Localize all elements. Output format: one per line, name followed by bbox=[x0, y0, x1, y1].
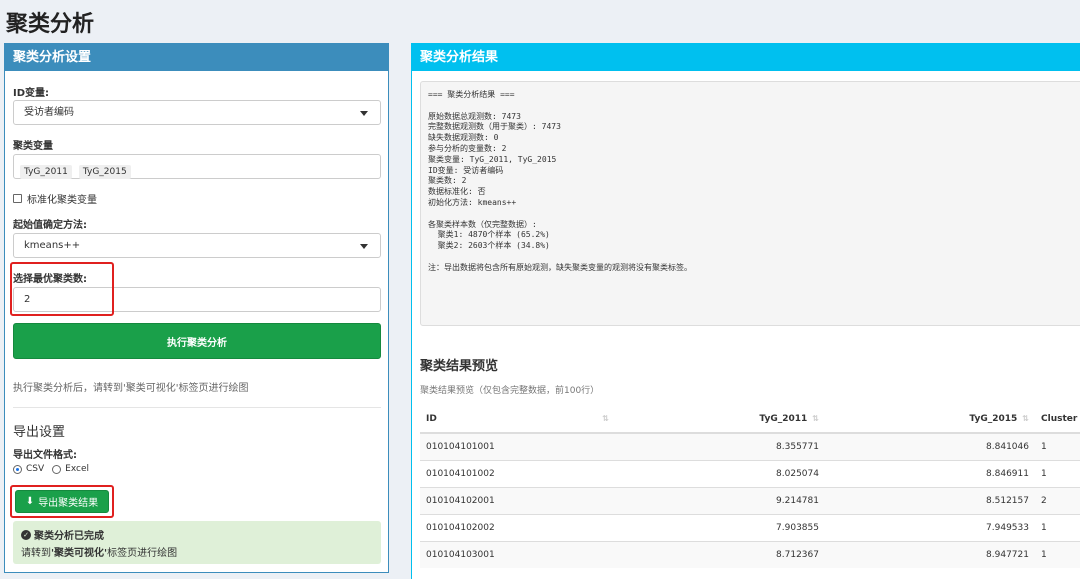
cell-cluster: 1 bbox=[1035, 513, 1080, 541]
id-var-select[interactable]: 受访者编码 bbox=[13, 100, 381, 125]
done-msg-suffix: 标签页进行绘图 bbox=[107, 548, 178, 559]
done-title: 聚类分析已完成 bbox=[34, 531, 104, 542]
cell-tyg2011: 8.712367 bbox=[615, 540, 825, 568]
sort-icon[interactable]: ⇅ bbox=[1022, 414, 1029, 423]
col-header-id[interactable]: ID ⇅ bbox=[420, 406, 615, 434]
init-method-value: kmeans++ bbox=[24, 240, 81, 251]
cell-tyg2015: 8.841046 bbox=[825, 432, 1035, 460]
cell-id: 010104102002 bbox=[420, 513, 615, 541]
settings-panel-header: 聚类分析设置 bbox=[5, 44, 388, 71]
caret-down-icon bbox=[360, 111, 368, 116]
cell-tyg2011: 7.903855 bbox=[615, 513, 825, 541]
completion-notice: ✓ 聚类分析已完成 请转到'聚类可视化'标签页进行绘图 bbox=[13, 521, 381, 564]
radio-csv-label: CSV bbox=[26, 464, 45, 474]
divider bbox=[13, 407, 381, 408]
cell-tyg2015: 7.949533 bbox=[825, 513, 1035, 541]
init-method-label: 起始值确定方法: bbox=[13, 220, 87, 231]
cell-tyg2011: 8.025074 bbox=[615, 459, 825, 487]
run-cluster-button[interactable]: 执行聚类分析 bbox=[13, 323, 381, 359]
cluster-var-multiselect[interactable]: TyG_2011 TyG_2015 bbox=[13, 154, 381, 179]
radio-excel-label: Excel bbox=[65, 464, 89, 474]
radio-excel[interactable] bbox=[52, 464, 62, 474]
cell-cluster: 1 bbox=[1035, 459, 1080, 487]
standardize-checkbox[interactable] bbox=[13, 194, 22, 203]
caret-down-icon bbox=[360, 244, 368, 249]
cell-tyg2011: 9.214781 bbox=[615, 486, 825, 514]
cluster-var-label: 聚类变量 bbox=[13, 141, 53, 152]
cell-cluster: 1 bbox=[1035, 540, 1080, 568]
done-msg-prefix: 请转到 bbox=[21, 548, 51, 559]
cell-cluster: 1 bbox=[1035, 432, 1080, 460]
standardize-checkbox-row[interactable]: 标准化聚类变量 bbox=[13, 191, 97, 206]
col-header-tyg2015[interactable]: TyG_2015 ⇅ bbox=[825, 406, 1035, 434]
init-method-select[interactable]: kmeans++ bbox=[13, 233, 381, 258]
highlight-box-k bbox=[10, 262, 114, 316]
cell-cluster: 2 bbox=[1035, 486, 1080, 514]
export-settings-title: 导出设置 bbox=[13, 425, 66, 440]
cell-id: 010104102001 bbox=[420, 486, 615, 514]
highlight-box-export bbox=[10, 485, 114, 518]
format-label: 导出文件格式: bbox=[13, 450, 77, 461]
cell-tyg2015: 8.512157 bbox=[825, 486, 1035, 514]
table-row: 010104103001 8.712367 8.947721 1 bbox=[420, 540, 1080, 568]
sort-icon[interactable]: ⇅ bbox=[812, 414, 819, 423]
table-row: 010104101002 8.025074 8.846911 1 bbox=[420, 459, 1080, 487]
standardize-label: 标准化聚类变量 bbox=[27, 195, 97, 206]
col-header-cluster[interactable]: Cluster bbox=[1035, 406, 1080, 434]
preview-title: 聚类结果预览 bbox=[420, 359, 499, 374]
id-var-value: 受访者编码 bbox=[24, 107, 74, 118]
col-header-tyg2011[interactable]: TyG_2011 ⇅ bbox=[615, 406, 825, 434]
cell-tyg2015: 8.947721 bbox=[825, 540, 1035, 568]
results-panel-header: 聚类分析结果 bbox=[412, 44, 1080, 71]
cluster-settings-panel: 聚类分析设置 ID变量: 受访者编码 聚类变量 TyG_2011 TyG_201… bbox=[4, 43, 389, 573]
cell-tyg2011: 8.355771 bbox=[615, 432, 825, 460]
done-msg-bold: '聚类可视化' bbox=[51, 548, 108, 559]
sort-icon[interactable]: ⇅ bbox=[602, 414, 609, 423]
radio-csv[interactable] bbox=[13, 464, 22, 474]
results-table: ID ⇅ TyG_2011 ⇅ TyG_2015 ⇅ Cluster 01010410… bbox=[420, 406, 1080, 568]
table-row: 010104102001 9.214781 8.512157 2 bbox=[420, 486, 1080, 514]
id-var-label: ID变量: bbox=[13, 88, 50, 99]
cell-id: 010104103001 bbox=[420, 540, 615, 568]
preview-subtitle: 聚类结果预览（仅包含完整数据，前100行） bbox=[420, 386, 600, 396]
results-output-text: === 聚类分析结果 === 原始数据总观测数: 7473 完整数据观测数（用于… bbox=[420, 81, 1080, 326]
check-circle-icon: ✓ bbox=[21, 529, 31, 540]
format-radio-group: CSV Excel bbox=[13, 464, 89, 474]
cluster-results-panel: 聚类分析结果 === 聚类分析结果 === 原始数据总观测数: 7473 完整数… bbox=[411, 43, 1080, 579]
table-row: 010104101001 8.355771 8.841046 1 bbox=[420, 432, 1080, 460]
table-row: 010104102002 7.903855 7.949533 1 bbox=[420, 513, 1080, 541]
hint-text: 执行聚类分析后，请转到'聚类可视化'标签页进行绘图 bbox=[13, 383, 249, 394]
cell-id: 010104101001 bbox=[420, 432, 615, 460]
cluster-var-chip[interactable]: TyG_2011 bbox=[20, 165, 72, 179]
cell-tyg2015: 8.846911 bbox=[825, 459, 1035, 487]
cell-id: 010104101002 bbox=[420, 459, 615, 487]
page-title: 聚类分析 bbox=[6, 12, 95, 37]
cluster-var-chip[interactable]: TyG_2015 bbox=[78, 165, 131, 179]
